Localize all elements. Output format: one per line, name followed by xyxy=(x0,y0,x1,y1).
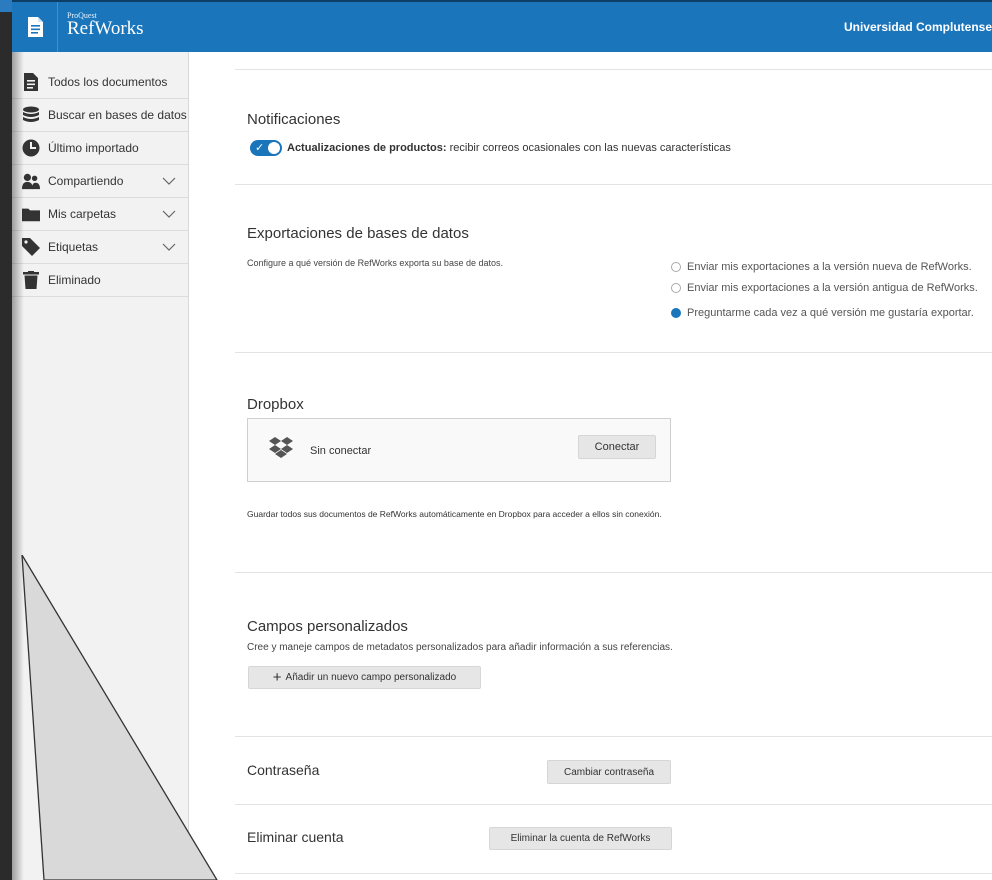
radio-button-selected[interactable] xyxy=(671,308,681,318)
db-exports-title: Exportaciones de bases de datos xyxy=(247,225,469,242)
sidebar-item-all-documents[interactable]: Todos los documentos xyxy=(12,66,188,99)
sidebar-item-label: Compartiendo xyxy=(48,174,124,188)
add-custom-field-label: Añadir un nuevo campo personalizado xyxy=(285,672,457,683)
brand-refworks-logo[interactable]: RefWorks xyxy=(67,18,144,40)
delete-account-button[interactable]: Eliminar la cuenta de RefWorks xyxy=(489,827,672,850)
section-divider xyxy=(235,736,992,737)
corner-accent xyxy=(0,0,12,12)
dropbox-status: Sin conectar xyxy=(310,445,372,457)
plus-icon: + xyxy=(272,669,282,686)
database-icon xyxy=(22,106,40,124)
section-divider xyxy=(235,572,992,573)
institution-name[interactable]: Universidad Complutense xyxy=(844,20,992,34)
dropbox-connection-box: Sin conectar Conectar xyxy=(247,418,671,482)
connect-button[interactable]: Conectar xyxy=(578,435,656,459)
export-option-old[interactable]: Enviar mis exportaciones a la versión an… xyxy=(671,282,978,294)
radio-button[interactable] xyxy=(671,283,681,293)
callout-pointer xyxy=(21,555,218,880)
people-icon xyxy=(22,172,40,190)
header-divider xyxy=(57,2,58,54)
sidebar-item-label: Eliminado xyxy=(48,273,101,287)
sidebar-item-label: Último importado xyxy=(48,141,139,155)
custom-fields-title: Campos personalizados xyxy=(247,618,408,635)
dropbox-description: Guardar todos sus documentos de RefWorks… xyxy=(247,509,662,519)
sidebar-item-label: Buscar en bases de datos xyxy=(48,108,187,122)
sidebar-item-search-databases[interactable]: Buscar en bases de datos xyxy=(12,99,188,132)
sidebar-item-sharing[interactable]: Compartiendo xyxy=(12,165,188,198)
export-option-ask[interactable]: Preguntarme cada vez a qué versión me gu… xyxy=(671,307,974,319)
app-header: ProQuest RefWorks Universidad Complutens… xyxy=(12,0,992,54)
section-divider xyxy=(235,69,992,70)
section-divider xyxy=(235,873,992,874)
radio-label: Enviar mis exportaciones a la versión an… xyxy=(687,282,978,294)
sidebar-item-deleted[interactable]: Eliminado xyxy=(12,264,188,297)
section-divider xyxy=(235,804,992,805)
chevron-down-icon[interactable] xyxy=(162,240,176,254)
toggle-knob xyxy=(268,142,280,154)
radio-button[interactable] xyxy=(671,262,681,272)
delete-account-title: Eliminar cuenta xyxy=(247,829,344,845)
sidebar-item-label: Etiquetas xyxy=(48,240,99,254)
section-divider xyxy=(235,352,992,353)
sidebar-item-last-imported[interactable]: Último importado xyxy=(12,132,188,165)
settings-panel: Notificaciones ✓ Actualizaciones de prod… xyxy=(235,52,992,880)
window-left-border xyxy=(0,0,12,880)
clock-icon xyxy=(22,139,40,157)
add-custom-field-button[interactable]: + Añadir un nuevo campo personalizado xyxy=(248,666,481,689)
dropbox-icon xyxy=(269,437,293,458)
check-icon: ✓ xyxy=(255,142,265,154)
product-updates-toggle[interactable]: ✓ xyxy=(250,140,282,156)
trash-icon xyxy=(22,271,40,289)
sidebar-item-label: Todos los documentos xyxy=(48,75,168,89)
chevron-down-icon[interactable] xyxy=(162,174,176,188)
dropbox-title: Dropbox xyxy=(247,396,304,413)
product-updates-label: Actualizaciones de productos: xyxy=(287,142,447,154)
export-option-new[interactable]: Enviar mis exportaciones a la versión nu… xyxy=(671,261,972,273)
tag-icon xyxy=(22,238,40,256)
document-menu-icon[interactable] xyxy=(22,14,48,40)
change-password-button[interactable]: Cambiar contraseña xyxy=(547,760,671,784)
chevron-down-icon[interactable] xyxy=(162,207,176,221)
radio-label: Enviar mis exportaciones a la versión nu… xyxy=(687,261,972,273)
document-icon xyxy=(22,73,40,91)
db-exports-description: Configure a qué versión de RefWorks expo… xyxy=(247,258,503,268)
sidebar-item-label: Mis carpetas xyxy=(48,207,117,221)
folder-icon xyxy=(22,205,40,223)
section-divider xyxy=(235,184,992,185)
product-updates-desc: recibir correos ocasionales con las nuev… xyxy=(449,142,731,154)
password-title: Contraseña xyxy=(247,762,320,778)
product-updates-text: Actualizaciones de productos: recibir co… xyxy=(287,142,731,154)
radio-label: Preguntarme cada vez a qué versión me gu… xyxy=(687,307,974,319)
sidebar-item-tags[interactable]: Etiquetas xyxy=(12,231,188,264)
sidebar-item-my-folders[interactable]: Mis carpetas xyxy=(12,198,188,231)
notifications-title: Notificaciones xyxy=(247,111,341,128)
custom-fields-description: Cree y maneje campos de metadatos person… xyxy=(247,642,673,653)
